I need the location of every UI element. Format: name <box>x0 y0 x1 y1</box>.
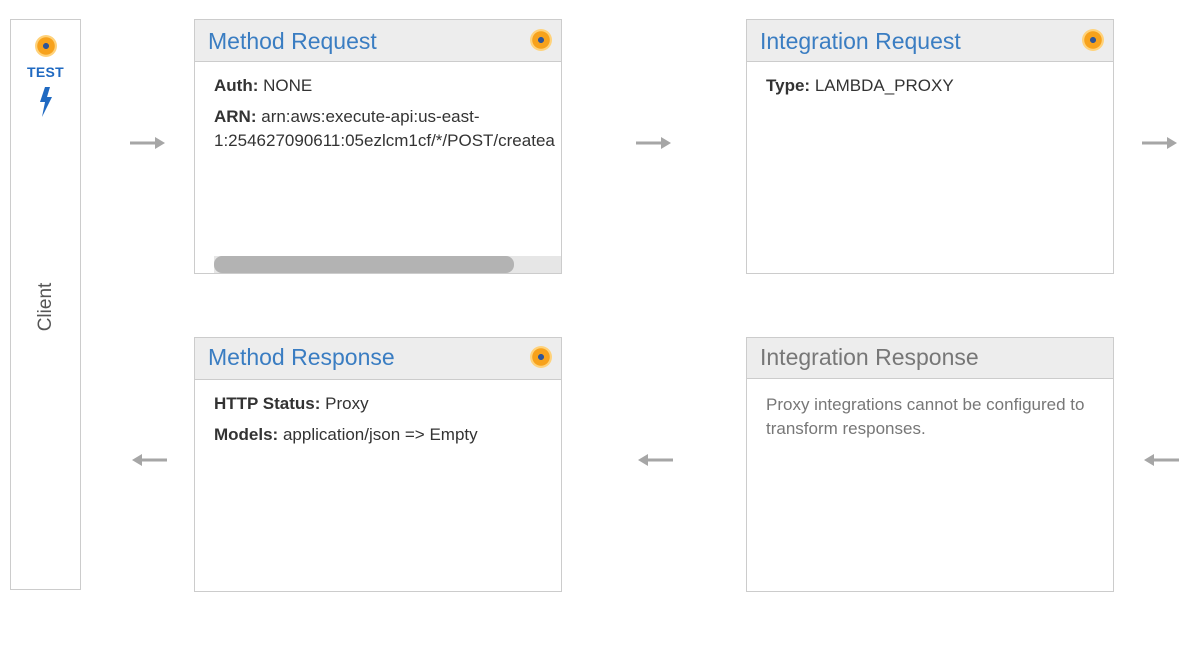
type-row: Type: LAMBDA_PROXY <box>766 74 1094 98</box>
arrow-right-icon <box>130 137 165 149</box>
method-response-title[interactable]: Method Response <box>208 344 395 371</box>
http-status-key: HTTP Status: <box>214 394 321 413</box>
arrow-left-icon <box>132 454 167 466</box>
lightning-bolt-icon[interactable] <box>37 87 55 117</box>
method-response-header: Method Response <box>195 338 561 380</box>
integration-request-orange-dot-icon[interactable] <box>1082 29 1104 51</box>
type-value: LAMBDA_PROXY <box>814 76 954 95</box>
type-key: Type: <box>766 76 811 95</box>
integration-request-title[interactable]: Integration Request <box>760 28 961 55</box>
arrow-right-icon <box>1142 137 1177 149</box>
arn-row: ARN: arn:aws:execute-api:us-east- 1:2546… <box>214 105 555 153</box>
arn-value-line2: 1:254627090611:05ezlcm1cf/*/POST/createa <box>214 131 555 150</box>
integration-request-box: Integration Request Type: LAMBDA_PROXY <box>746 19 1114 274</box>
integration-response-title: Integration Response <box>760 344 979 370</box>
integration-response-header: Integration Response <box>747 338 1113 379</box>
arrow-right-icon <box>636 137 671 149</box>
integration-response-box: Integration Response Proxy integrations … <box>746 337 1114 592</box>
method-request-box: Method Request Auth: NONE ARN: arn:aws:e… <box>194 19 562 274</box>
http-status-value: Proxy <box>325 394 369 413</box>
arrow-left-icon <box>1144 454 1179 466</box>
auth-key: Auth: <box>214 76 259 95</box>
method-request-orange-dot-icon[interactable] <box>530 29 552 51</box>
arn-key: ARN: <box>214 107 257 126</box>
test-label[interactable]: TEST <box>11 64 80 80</box>
auth-row: Auth: NONE <box>214 74 542 98</box>
integration-request-header: Integration Request <box>747 20 1113 62</box>
client-panel: TEST Client <box>10 19 81 590</box>
method-request-title[interactable]: Method Request <box>208 28 377 55</box>
horizontal-scrollbar[interactable] <box>214 256 561 273</box>
models-row: Models: application/json => Empty <box>214 423 542 447</box>
client-label: Client <box>35 282 56 332</box>
method-response-box: Method Response HTTP Status: Proxy Model… <box>194 337 562 592</box>
auth-value: NONE <box>263 76 313 95</box>
integration-response-note: Proxy integrations cannot be configured … <box>766 395 1085 438</box>
models-key: Models: <box>214 425 279 444</box>
scrollbar-thumb[interactable] <box>214 256 514 273</box>
method-response-orange-dot-icon[interactable] <box>530 346 552 368</box>
arrow-left-icon <box>638 454 673 466</box>
client-orange-dot-icon[interactable] <box>35 35 57 57</box>
arn-value-line1: arn:aws:execute-api:us-east- <box>261 107 480 126</box>
http-status-row: HTTP Status: Proxy <box>214 392 542 416</box>
method-request-header: Method Request <box>195 20 561 62</box>
models-value: application/json => Empty <box>282 425 478 444</box>
